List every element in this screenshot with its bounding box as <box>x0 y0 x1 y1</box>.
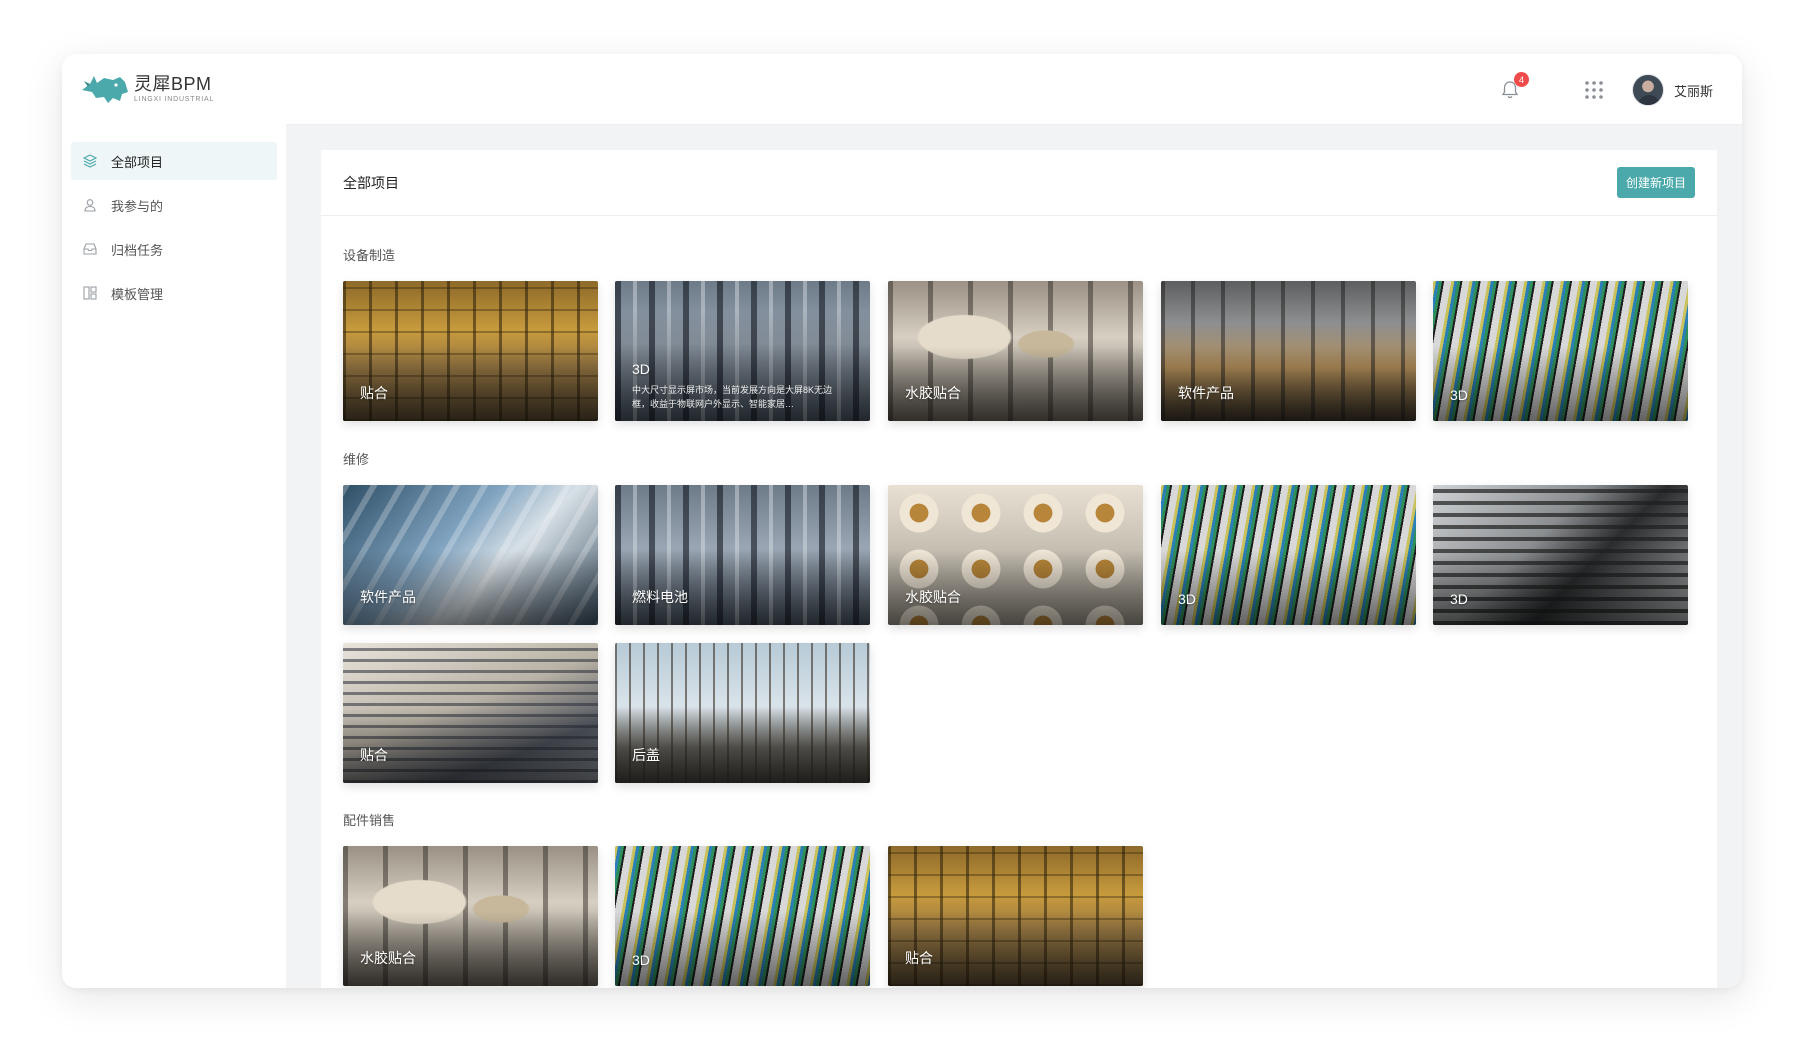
sidebar-item-label: 归档任务 <box>111 242 164 258</box>
user-icon <box>84 199 96 212</box>
project-label: 贴合 <box>360 747 388 763</box>
sidebar-item-label: 全部项目 <box>111 154 164 170</box>
project-label: 软件产品 <box>360 589 416 605</box>
project-card[interactable]: 3D <box>1161 485 1416 625</box>
section-title: 维修 <box>343 452 370 467</box>
project-card[interactable]: 贴合 <box>888 846 1143 986</box>
logo[interactable]: 灵犀BPM LINGXI INDUSTRIAL <box>80 70 214 108</box>
sidebar-item-label: 我参与的 <box>111 198 164 214</box>
project-card[interactable]: 后盖 <box>615 643 870 783</box>
project-label: 后盖 <box>632 747 660 763</box>
sidebar-item-participating[interactable]: 我参与的 <box>71 186 277 224</box>
project-label: 水胶贴合 <box>360 950 416 966</box>
project-card[interactable]: 燃料电池 <box>615 485 870 625</box>
apps-grid-icon[interactable] <box>1584 80 1604 100</box>
sidebar-item-templates[interactable]: 模板管理 <box>71 274 277 312</box>
archive-icon <box>83 243 97 255</box>
avatar[interactable] <box>1632 74 1664 106</box>
project-label: 贴合 <box>905 950 933 966</box>
project-card[interactable]: 贴合 <box>343 643 598 783</box>
project-card[interactable]: 水胶贴合 <box>888 485 1143 625</box>
sidebar-item-archived[interactable]: 归档任务 <box>71 230 277 268</box>
section-title: 设备制造 <box>343 248 396 263</box>
project-card[interactable]: 水胶贴合 <box>343 846 598 986</box>
user-name[interactable]: 艾丽斯 <box>1674 81 1713 100</box>
sidebar-item-all-projects[interactable]: 全部项目 <box>71 142 277 180</box>
sidebar-item-label: 模板管理 <box>111 286 164 302</box>
notification-badge: 4 <box>1514 72 1529 87</box>
create-project-button[interactable]: 创建新项目 <box>1616 167 1695 198</box>
project-card[interactable]: 贴合 <box>343 281 598 421</box>
layers-icon <box>83 154 97 168</box>
project-description: 中大尺寸显示屏市场，当前发展方向是大屏8K无边框，收益于物联网户外显示、智能家居… <box>632 385 833 409</box>
project-label: 燃料电池 <box>632 589 688 605</box>
rhino-logo-icon <box>82 76 128 103</box>
page-title: 全部项目 <box>343 174 399 191</box>
logo-subtitle: LINGXI INDUSTRIAL <box>134 96 215 103</box>
project-card[interactable]: 3D 中大尺寸显示屏市场，当前发展方向是大屏8K无边框，收益于物联网户外显示、智… <box>615 281 870 421</box>
template-icon <box>83 286 97 300</box>
project-card[interactable]: 软件产品 <box>1161 281 1416 421</box>
project-label: 软件产品 <box>1178 385 1234 401</box>
sidebar: 全部项目 我参与的 归档任务 模板管理 <box>62 124 286 988</box>
section-title: 配件销售 <box>343 813 396 828</box>
project-label: 3D <box>632 361 650 377</box>
project-label: 3D <box>1450 387 1468 403</box>
project-card[interactable]: 3D <box>615 846 870 986</box>
top-bar: 灵犀BPM LINGXI INDUSTRIAL 4 艾丽斯 <box>62 54 1742 124</box>
project-card[interactable]: 3D <box>1433 485 1688 625</box>
project-label: 水胶贴合 <box>905 385 961 401</box>
panel-header: 全部项目 创建新项目 <box>321 150 1717 216</box>
project-card[interactable]: 水胶贴合 <box>888 281 1143 421</box>
project-label: 3D <box>632 952 650 968</box>
app-window: 灵犀BPM LINGXI INDUSTRIAL 4 艾丽斯 全部项目 我参与的 … <box>62 54 1742 988</box>
project-label: 贴合 <box>360 385 388 401</box>
logo-title: 灵犀BPM <box>134 74 212 94</box>
project-card[interactable]: 软件产品 <box>343 485 598 625</box>
project-label: 3D <box>1178 591 1196 607</box>
project-card[interactable]: 3D <box>1433 281 1688 421</box>
project-label: 水胶贴合 <box>905 589 961 605</box>
projects-panel: 全部项目 创建新项目 设备制造 贴合 3D 中大尺寸显示屏市场，当前发展方向是大… <box>321 150 1717 988</box>
project-label: 3D <box>1450 591 1468 607</box>
